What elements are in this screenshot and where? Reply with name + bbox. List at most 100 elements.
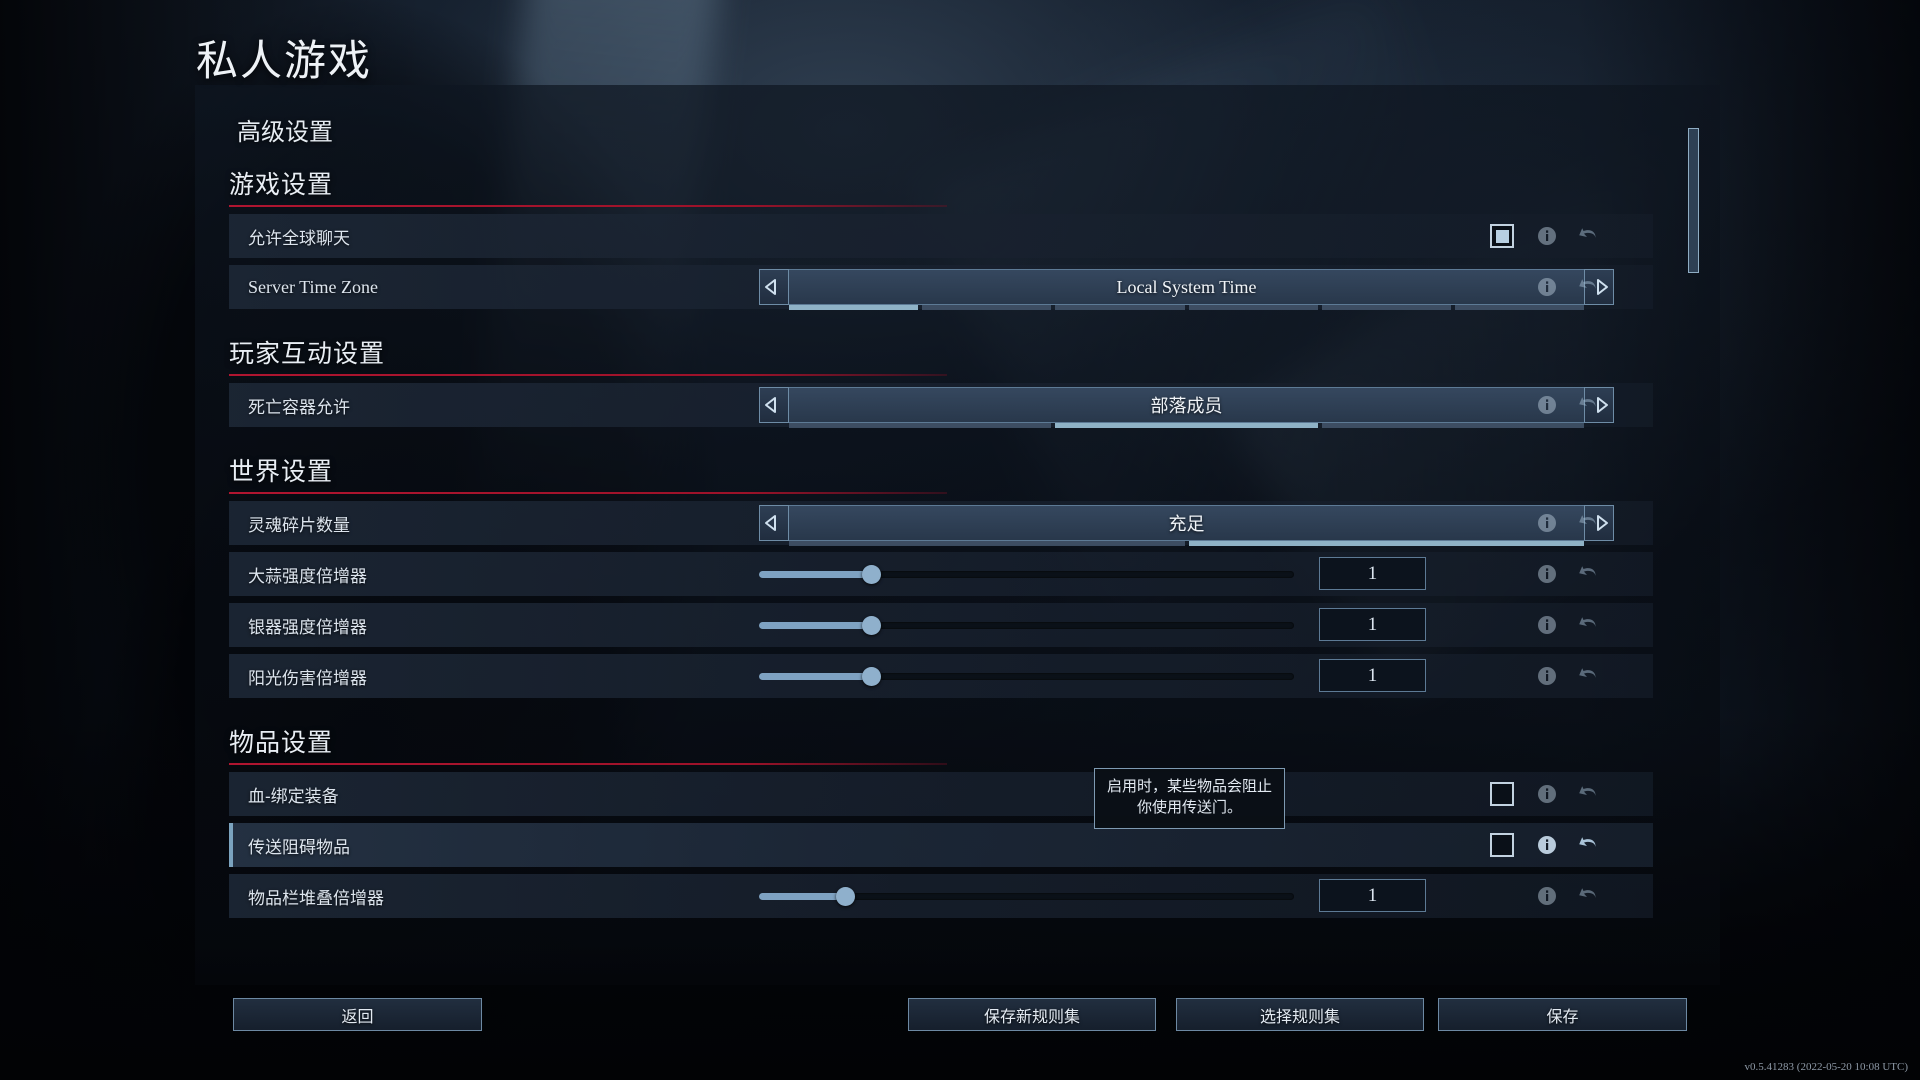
info-icon[interactable]: [1535, 884, 1559, 908]
reset-arrow-icon[interactable]: [1576, 884, 1600, 908]
setting-row[interactable]: 大蒜强度倍增器 1: [229, 552, 1653, 596]
reset-arrow-icon[interactable]: [1576, 393, 1600, 417]
setting-row[interactable]: 阳光伤害倍增器 1: [229, 654, 1653, 698]
setting-label: 血-绑定装备: [248, 786, 339, 806]
spinner-prev-button[interactable]: [759, 387, 789, 423]
settings-section: 物品设置 血-绑定装备 传送阻碍物品 物品栏堆叠倍增器 1: [195, 705, 1720, 918]
setting-row[interactable]: 传送阻碍物品: [229, 823, 1653, 867]
setting-label: 灵魂碎片数量: [248, 515, 350, 535]
info-icon[interactable]: [1535, 511, 1559, 535]
setting-row[interactable]: 允许全球聊天: [229, 214, 1653, 258]
settings-section: 玩家互动设置死亡容器允许 部落成员: [195, 316, 1720, 428]
spinner-prev-button[interactable]: [759, 269, 789, 305]
setting-checkbox[interactable]: [1490, 833, 1514, 857]
setting-row[interactable]: 灵魂碎片数量 充足: [229, 501, 1653, 546]
settings-panel: 高级设置 游戏设置允许全球聊天 Server Time Zone Local Sys…: [195, 85, 1720, 985]
setting-row[interactable]: 银器强度倍增器 1: [229, 603, 1653, 647]
slider-fill: [759, 892, 845, 900]
slider-fill: [759, 672, 872, 680]
setting-label: 允许全球聊天: [248, 228, 350, 248]
scrollbar[interactable]: [1688, 128, 1699, 808]
slider-handle[interactable]: [862, 564, 882, 584]
spinner-segment-track: [789, 423, 1584, 428]
info-icon[interactable]: [1535, 562, 1559, 586]
reset-arrow-icon[interactable]: [1576, 664, 1600, 688]
spinner-value: 充足: [1168, 514, 1205, 534]
slider-control[interactable]: [759, 564, 1614, 584]
spinner-segment: [1188, 305, 1318, 310]
reset-arrow-icon[interactable]: [1576, 224, 1600, 248]
slider-track[interactable]: [759, 666, 1294, 686]
save-new-ruleset-button[interactable]: 保存新规则集: [908, 998, 1156, 1031]
spinner-segment: [789, 541, 1185, 546]
version-label: v0.5.41283 (2022-05-20 10:08 UTC): [1744, 1061, 1908, 1073]
panel-subtitle: 高级设置: [237, 119, 333, 146]
info-icon[interactable]: [1535, 275, 1559, 299]
slider-value-input[interactable]: 1: [1319, 608, 1426, 641]
setting-checkbox[interactable]: [1490, 782, 1514, 806]
settings-section: 游戏设置允许全球聊天 Server Time Zone Local System T…: [195, 147, 1720, 310]
reset-arrow-icon[interactable]: [1576, 782, 1600, 806]
info-icon[interactable]: [1535, 664, 1559, 688]
setting-label: 物品栏堆叠倍增器: [248, 888, 384, 908]
slider-track[interactable]: [759, 886, 1294, 906]
slider-handle[interactable]: [862, 666, 882, 686]
scrollbar-thumb[interactable]: [1688, 128, 1699, 273]
spinner-control[interactable]: Local System Time: [759, 269, 1614, 305]
setting-row[interactable]: 物品栏堆叠倍增器 1: [229, 874, 1653, 918]
info-icon[interactable]: [1535, 224, 1559, 248]
reset-arrow-icon[interactable]: [1576, 613, 1600, 637]
spinner-value-box[interactable]: 充足: [789, 505, 1584, 541]
spinner-segment: [1055, 423, 1318, 428]
slider-handle[interactable]: [862, 615, 882, 635]
slider-fill: [759, 570, 872, 578]
spinner-control[interactable]: 部落成员: [759, 387, 1614, 423]
slider-control[interactable]: [759, 886, 1614, 906]
section-underline: [229, 763, 947, 765]
spinner-value-box[interactable]: 部落成员: [789, 387, 1584, 423]
section-title: 玩家互动设置: [229, 340, 386, 368]
info-icon[interactable]: [1535, 833, 1559, 857]
setting-row[interactable]: Server Time Zone Local System Time: [229, 265, 1653, 310]
setting-row[interactable]: 血-绑定装备: [229, 772, 1653, 816]
info-icon[interactable]: [1535, 393, 1559, 417]
page-title: 私人游戏: [196, 37, 373, 84]
slider-value-input[interactable]: 1: [1319, 879, 1426, 912]
spinner-prev-button[interactable]: [759, 505, 789, 541]
section-underline: [229, 492, 947, 494]
slider-handle[interactable]: [835, 886, 855, 906]
settings-scroll-area[interactable]: 游戏设置允许全球聊天 Server Time Zone Local System T…: [195, 147, 1720, 1055]
slider-value-input[interactable]: 1: [1319, 659, 1426, 692]
spinner-segment: [789, 305, 919, 310]
setting-checkbox[interactable]: [1490, 224, 1514, 248]
reset-arrow-icon[interactable]: [1576, 562, 1600, 586]
spinner-segment: [922, 305, 1052, 310]
slider-control[interactable]: [759, 615, 1614, 635]
info-icon[interactable]: [1535, 782, 1559, 806]
spinner-control[interactable]: 充足: [759, 505, 1614, 541]
save-button[interactable]: 保存: [1438, 998, 1687, 1031]
slider-track[interactable]: [759, 615, 1294, 635]
spinner-value-box[interactable]: Local System Time: [789, 269, 1584, 305]
back-button[interactable]: 返回: [233, 998, 482, 1031]
setting-row[interactable]: 死亡容器允许 部落成员: [229, 383, 1653, 428]
setting-label: 传送阻碍物品: [248, 837, 350, 857]
select-ruleset-button[interactable]: 选择规则集: [1176, 998, 1424, 1031]
reset-arrow-icon[interactable]: [1576, 275, 1600, 299]
spinner-segment-track: [789, 305, 1585, 310]
spinner-segment: [1454, 305, 1585, 310]
slider-value-input[interactable]: 1: [1319, 557, 1426, 590]
section-title: 游戏设置: [229, 171, 334, 199]
slider-track[interactable]: [759, 564, 1294, 584]
spinner-value: 部落成员: [1150, 396, 1223, 416]
spinner-segment: [1188, 541, 1584, 546]
reset-arrow-icon[interactable]: [1576, 511, 1600, 535]
settings-section: 世界设置灵魂碎片数量 充足大蒜强度倍增器 1 银器强度倍增器 1 阳光伤害倍增器 1: [195, 434, 1720, 698]
section-title: 世界设置: [229, 458, 334, 486]
spinner-segment: [1321, 305, 1451, 310]
reset-arrow-icon[interactable]: [1576, 833, 1600, 857]
slider-control[interactable]: [759, 666, 1614, 686]
slider-fill: [759, 621, 872, 629]
info-icon[interactable]: [1535, 613, 1559, 637]
tooltip: 启用时，某些物品会阻止你使用传送门。: [1094, 768, 1285, 829]
